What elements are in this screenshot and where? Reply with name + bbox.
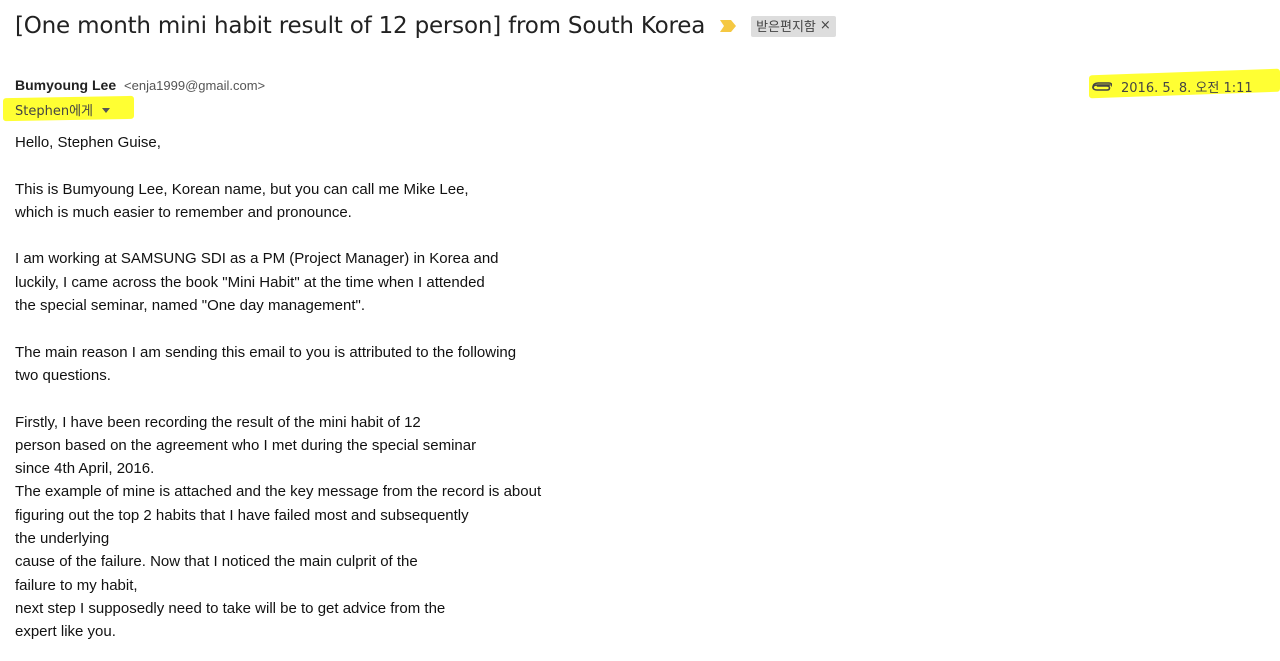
- body-blank-line: [15, 317, 541, 340]
- body-line: cause of the failure. Now that I noticed…: [15, 553, 418, 571]
- inbox-label-text: 받은편지함: [756, 20, 816, 35]
- sender-email: <enja1999@gmail.com>: [124, 78, 266, 93]
- date-row: 2016. 5. 8. 오전 1:11: [1090, 77, 1253, 96]
- body-line: luckily, I came across the book "Mini Ha…: [15, 273, 485, 291]
- body-line: Hello, Stephen Guise,: [15, 134, 161, 151]
- body-line: I am working at SAMSUNG SDI as a PM (Pro…: [15, 250, 499, 268]
- inbox-label-chip: 받은편지함 ×: [751, 15, 836, 37]
- body-line: The main reason I am sending this email …: [15, 343, 517, 361]
- body-line: Firstly, I have been recording the resul…: [15, 413, 421, 431]
- body-line: since 4th April, 2016.: [15, 460, 155, 478]
- remove-label-icon[interactable]: ×: [820, 18, 831, 33]
- body-line: failure to my habit,: [15, 576, 138, 594]
- body-line: which is much easier to remember and pro…: [15, 203, 352, 221]
- body-blank-line: [15, 154, 541, 177]
- body-line: next step I supposedly need to take will…: [15, 599, 446, 617]
- email-date: 2016. 5. 8. 오전 1:11: [1121, 81, 1253, 96]
- caret-down-icon[interactable]: [102, 107, 110, 113]
- body-line: the special seminar, named "One day mana…: [15, 297, 366, 315]
- email-subject: [One month mini habit result of 12 perso…: [15, 13, 706, 39]
- paperclip-icon: [1092, 81, 1112, 91]
- recipient-label: Stephen에게: [15, 104, 93, 119]
- body-line: expert like you.: [15, 623, 116, 641]
- subject-row: [One month mini habit result of 12 perso…: [15, 8, 836, 44]
- body-blank-line: [15, 224, 541, 247]
- sender-name: Bumyoung Lee: [15, 77, 117, 93]
- body-line: person based on the agreement who I met …: [15, 436, 477, 454]
- importance-marker-icon[interactable]: [719, 19, 737, 33]
- body-line: the underlying: [15, 530, 110, 548]
- body-blank-line: [15, 387, 541, 410]
- body-line: The example of mine is attached and the …: [15, 483, 542, 501]
- recipient-details-toggle[interactable]: Stephen에게: [15, 100, 110, 119]
- body-line: This is Bumyoung Lee, Korean name, but y…: [15, 180, 469, 198]
- sender-row: Bumyoung Lee <enja1999@gmail.com>: [15, 77, 265, 93]
- body-line: figuring out the top 2 habits that I hav…: [15, 506, 469, 524]
- email-body: Hello, Stephen Guise, This is Bumyoung Le…: [15, 131, 541, 644]
- body-line: two questions.: [15, 366, 111, 384]
